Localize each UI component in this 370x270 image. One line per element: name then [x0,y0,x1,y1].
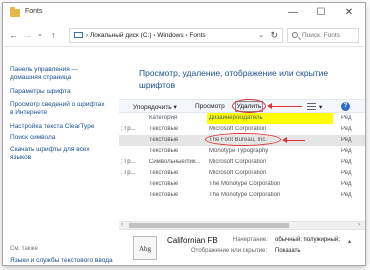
delete-annotation-ellipse [232,99,266,113]
table-cell: The Monotype Corporation [209,181,281,187]
table-cell: Monotype Typography [209,148,269,154]
table-cell: Ред [341,181,352,187]
show-hide-label: Отображение или скрытие: [191,248,268,254]
address-field[interactable]: › Локальный диск (C:) › Windows › Fonts … [69,28,283,43]
sidebar-link-font-info-online[interactable]: Просмотр сведений о шрифтах в Интернете [10,101,106,117]
row-annotation-ellipse [205,133,281,146]
see-also-heading: См. также [10,246,38,252]
sidebar-link-download-fonts[interactable]: Скачать шрифты для всех языков [10,146,110,162]
table-cell: Ред [341,137,352,143]
column-header-designer[interactable]: Дизайнер/издатель [209,115,333,121]
fonts-table: Категория Дизайнер/издатель Ред ; Гр... … [119,113,365,221]
preview-button[interactable]: Просмотр [195,103,225,110]
expand-caret-icon[interactable]: ▴ [348,238,351,245]
chevron-down-icon[interactable]: ⌄ [258,31,264,39]
table-cell: ; Гр... [121,170,136,176]
show-hide-value: Показать [275,248,301,254]
column-header-edit[interactable]: Ред [341,115,363,121]
recent-locations-icon[interactable]: ⌄ [37,30,43,38]
table-cell: Символьные/пик... [149,159,201,165]
table-cell: Текстовые [149,126,179,132]
table-header: Категория Дизайнер/издатель Ред [119,113,365,124]
table-cell: Текстовые [149,170,179,176]
view-options-dropdown[interactable]: ▾ [319,103,322,111]
folder-icon [10,7,20,17]
scroll-right-icon[interactable]: › [358,222,360,228]
font-name: Californian FB [167,236,218,245]
organize-button[interactable]: Упорядочить ▾ [133,103,177,111]
delete-annotation-arrow [267,103,302,109]
main-pane: Просмотр, удаление, отображение или скры… [119,47,365,265]
computer-icon [74,32,83,38]
search-placeholder: Поиск: Fonts [302,32,340,39]
table-cell: Текстовые [149,192,179,198]
up-arrow-icon[interactable]: ↑ [51,30,56,40]
forward-arrow-icon[interactable]: → [23,30,32,40]
scrollbar-thumb[interactable] [129,223,289,228]
table-cell: Текстовые [149,181,179,187]
table-cell: Ред [341,159,352,165]
page-title: Просмотр, удаление, отображение или скры… [139,68,329,90]
search-input[interactable]: Поиск: Fonts [287,28,359,43]
sidebar-link-font-settings[interactable]: Параметры шрифта [10,88,71,96]
view-options-icon[interactable] [307,103,316,110]
table-cell: Ред [341,192,352,198]
title-bar: Fonts — ☐ ✕ [3,3,365,25]
sidebar-link-control-panel-home[interactable]: Панель управления — домашняя страница [10,66,110,82]
help-icon[interactable]: ? [341,102,350,111]
row-annotation-arrow [282,137,305,143]
table-cell: Microsoft Corporation [209,170,267,176]
close-button[interactable]: ✕ [335,5,363,21]
table-cell: Microsoft Corporation [209,159,267,165]
column-header-category[interactable]: Категория [149,115,207,121]
search-icon [292,32,298,38]
address-path: › Локальный диск (C:) › Windows › Fonts [86,32,206,39]
table-row[interactable]: Текстовые Monotype Typography Ред [119,146,365,157]
sidebar-link-find-character[interactable]: Поиск символа [10,134,55,142]
sidebar: Панель управления — домашняя страница Па… [3,47,118,265]
address-bar: ← → ⌄ ↑ › Локальный диск (C:) › Windows … [3,25,365,47]
style-value: обычный; полужирный; [275,237,340,243]
table-cell: ; Гр... [121,159,136,165]
fonts-window: Fonts — ☐ ✕ ← → ⌄ ↑ › Локальный диск (C:… [2,2,366,266]
table-cell: Текстовые [149,137,179,143]
back-arrow-icon[interactable]: ← [9,30,18,40]
details-pane: Abg Californian FB Начертание: обычный; … [119,229,365,265]
minimize-button[interactable]: — [279,5,307,21]
table-cell: ; Гр... [121,126,136,132]
table-row[interactable]: ; Гр... Символьные/пик... Microsoft Corp… [119,157,365,168]
style-label: Начертание: [233,237,268,243]
sidebar-link-cleartype[interactable]: Настройка текста ClearType [10,123,94,131]
table-cell: Ред [341,148,352,154]
scroll-left-icon[interactable]: ‹ [121,222,123,228]
horizontal-scrollbar[interactable]: ‹ › [119,221,365,229]
table-row[interactable]: Текстовые The Monotype Corporation Ред [119,190,365,201]
sidebar-link-text-input-services[interactable]: Языки и службы текстового ввода [10,257,116,265]
table-cell: Ред [341,170,352,176]
font-preview-thumbnail: Abg [133,236,157,260]
table-cell: Microsoft Corporation [209,126,267,132]
table-cell: Ред [341,126,352,132]
window-title: Fonts [25,8,43,15]
refresh-icon[interactable]: ↻ [270,30,278,41]
table-cell: Текстовые [149,148,179,154]
table-cell: The Monotype Corporation [209,192,281,198]
maximize-button[interactable]: ☐ [307,5,335,21]
table-row[interactable]: ; Гр... Текстовые Microsoft Corporation … [119,168,365,179]
table-row[interactable]: Текстовые The Monotype Corporation Ред [119,179,365,190]
